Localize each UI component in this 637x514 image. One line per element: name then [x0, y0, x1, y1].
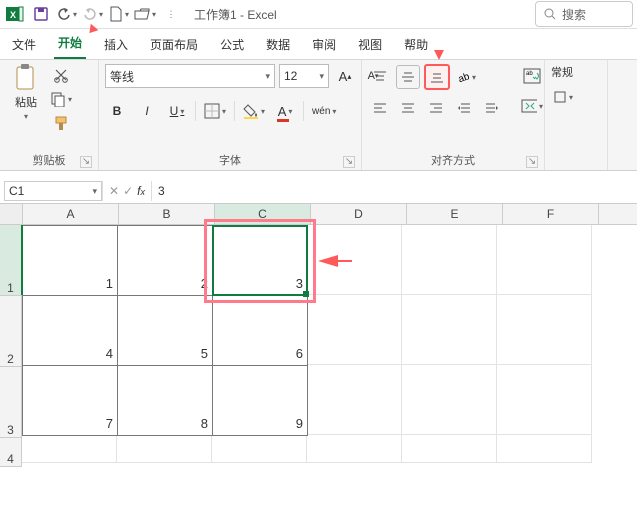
tab-review[interactable]: 审阅: [308, 30, 340, 59]
align-bottom-button[interactable]: [424, 64, 450, 90]
name-box[interactable]: C1▾: [4, 181, 102, 201]
align-top-button[interactable]: [368, 65, 392, 89]
ribbon-tabs: 文件 开始 插入 页面布局 公式 数据 审阅 视图 帮助: [0, 29, 637, 60]
search-icon: [544, 8, 556, 20]
increase-font-button[interactable]: A▴: [333, 65, 357, 87]
svg-text:ab: ab: [457, 71, 470, 84]
col-header-c[interactable]: C: [215, 204, 311, 224]
wrap-text-button[interactable]: ab: [520, 64, 544, 88]
cell-a2[interactable]: 4: [23, 296, 118, 366]
group-clipboard: 粘贴 ▾ 剪贴板↘: [0, 60, 99, 170]
cell-a3[interactable]: 7: [23, 366, 118, 436]
select-all-corner[interactable]: [0, 204, 23, 224]
align-left-button[interactable]: [368, 96, 392, 120]
cell-b1[interactable]: 2: [118, 226, 213, 296]
group-alignment: ab ab 对齐方式↘: [362, 60, 545, 170]
redo-button[interactable]: [82, 3, 104, 25]
copy-button[interactable]: [50, 88, 72, 110]
formula-bar: C1▾ ✕ ✓ fx 3: [0, 179, 637, 204]
qat-more-button[interactable]: ⋮: [160, 3, 182, 25]
merge-button[interactable]: [520, 94, 544, 118]
cell-c3[interactable]: 9: [213, 366, 308, 436]
cell-b2[interactable]: 5: [118, 296, 213, 366]
cut-button[interactable]: [50, 64, 72, 86]
search-placeholder: 搜索: [562, 6, 586, 23]
open-file-button[interactable]: [134, 3, 156, 25]
phonetic-button[interactable]: wén: [310, 100, 338, 122]
clipboard-icon: [12, 64, 40, 92]
format-painter-button[interactable]: [50, 112, 72, 134]
col-header-b[interactable]: B: [119, 204, 215, 224]
annotation-arrow-icon: [434, 50, 444, 60]
window-title: 工作簿1 - Excel: [194, 6, 277, 23]
bold-button[interactable]: B: [105, 100, 129, 122]
fill-color-button[interactable]: [241, 100, 267, 122]
save-button[interactable]: [30, 3, 52, 25]
cell-b3[interactable]: 8: [118, 366, 213, 436]
row-selection-indicator: [21, 225, 23, 295]
row-header-3[interactable]: 3: [0, 367, 22, 438]
title-bar: X ⋮ 工作簿1 - Excel 搜索: [0, 0, 637, 29]
row-header-4[interactable]: 4: [0, 438, 22, 467]
excel-icon: X: [4, 3, 26, 25]
annotation-arrow-icon: [318, 255, 338, 267]
orientation-button[interactable]: ab: [454, 65, 478, 89]
decrease-indent-button[interactable]: [452, 96, 476, 120]
currency-button[interactable]: [551, 86, 575, 108]
tab-view[interactable]: 视图: [354, 30, 386, 59]
svg-text:X: X: [10, 10, 16, 20]
font-name-select[interactable]: 等线▾: [105, 64, 275, 88]
col-header-d[interactable]: D: [311, 204, 407, 224]
tab-formulas[interactable]: 公式: [216, 30, 248, 59]
align-right-button[interactable]: [424, 96, 448, 120]
col-header-f[interactable]: F: [503, 204, 599, 224]
fx-button[interactable]: fx: [137, 184, 145, 198]
tab-home[interactable]: 开始: [54, 28, 86, 59]
borders-button[interactable]: [202, 100, 228, 122]
tab-help[interactable]: 帮助: [400, 30, 432, 59]
ribbon: 粘贴 ▾ 剪贴板↘ 等线▾ 12▾ A▴: [0, 60, 637, 171]
italic-button[interactable]: I: [135, 100, 159, 122]
font-color-button[interactable]: A: [273, 100, 297, 122]
undo-button[interactable]: [56, 3, 78, 25]
tab-insert[interactable]: 插入: [100, 30, 132, 59]
row-header-1[interactable]: 1: [0, 225, 22, 296]
tab-pagelayout[interactable]: 页面布局: [146, 30, 202, 59]
underline-button[interactable]: U: [165, 100, 189, 122]
row-header-2[interactable]: 2: [0, 296, 22, 367]
formula-input[interactable]: 3: [152, 179, 637, 203]
accept-formula-button[interactable]: ✓: [123, 184, 133, 198]
cell-a1[interactable]: 1: [23, 226, 118, 296]
cancel-formula-button[interactable]: ✕: [109, 184, 119, 198]
col-header-a[interactable]: A: [23, 204, 119, 224]
row-headers: 1 2 3 4: [0, 225, 22, 467]
tab-data[interactable]: 数据: [262, 30, 294, 59]
group-number: 常规: [545, 60, 608, 170]
cell-c1[interactable]: 3: [213, 226, 308, 296]
spreadsheet-grid: A B C D E F 1 2 3 4: [0, 204, 637, 467]
new-file-button[interactable]: [108, 3, 130, 25]
quick-access-toolbar: X ⋮: [4, 3, 182, 25]
cell-c2[interactable]: 6: [213, 296, 308, 366]
font-launcher[interactable]: ↘: [343, 156, 355, 168]
group-font: 等线▾ 12▾ A▴ A▾ B I U A: [99, 60, 362, 170]
cells-area[interactable]: 1 2 3 4 5 6 7 8 9: [22, 225, 592, 463]
number-format-select[interactable]: 常规: [551, 64, 573, 80]
search-box[interactable]: 搜索: [535, 1, 633, 27]
clipboard-launcher[interactable]: ↘: [80, 156, 92, 168]
svg-text:ab: ab: [526, 71, 533, 77]
increase-indent-button[interactable]: [480, 96, 504, 120]
tab-file[interactable]: 文件: [8, 30, 40, 59]
col-header-e[interactable]: E: [407, 204, 503, 224]
font-size-select[interactable]: 12▾: [279, 64, 329, 88]
align-center-button[interactable]: [396, 96, 420, 120]
align-launcher[interactable]: ↘: [526, 156, 538, 168]
paste-button[interactable]: 粘贴 ▾: [6, 64, 46, 121]
align-middle-button[interactable]: [396, 65, 420, 89]
